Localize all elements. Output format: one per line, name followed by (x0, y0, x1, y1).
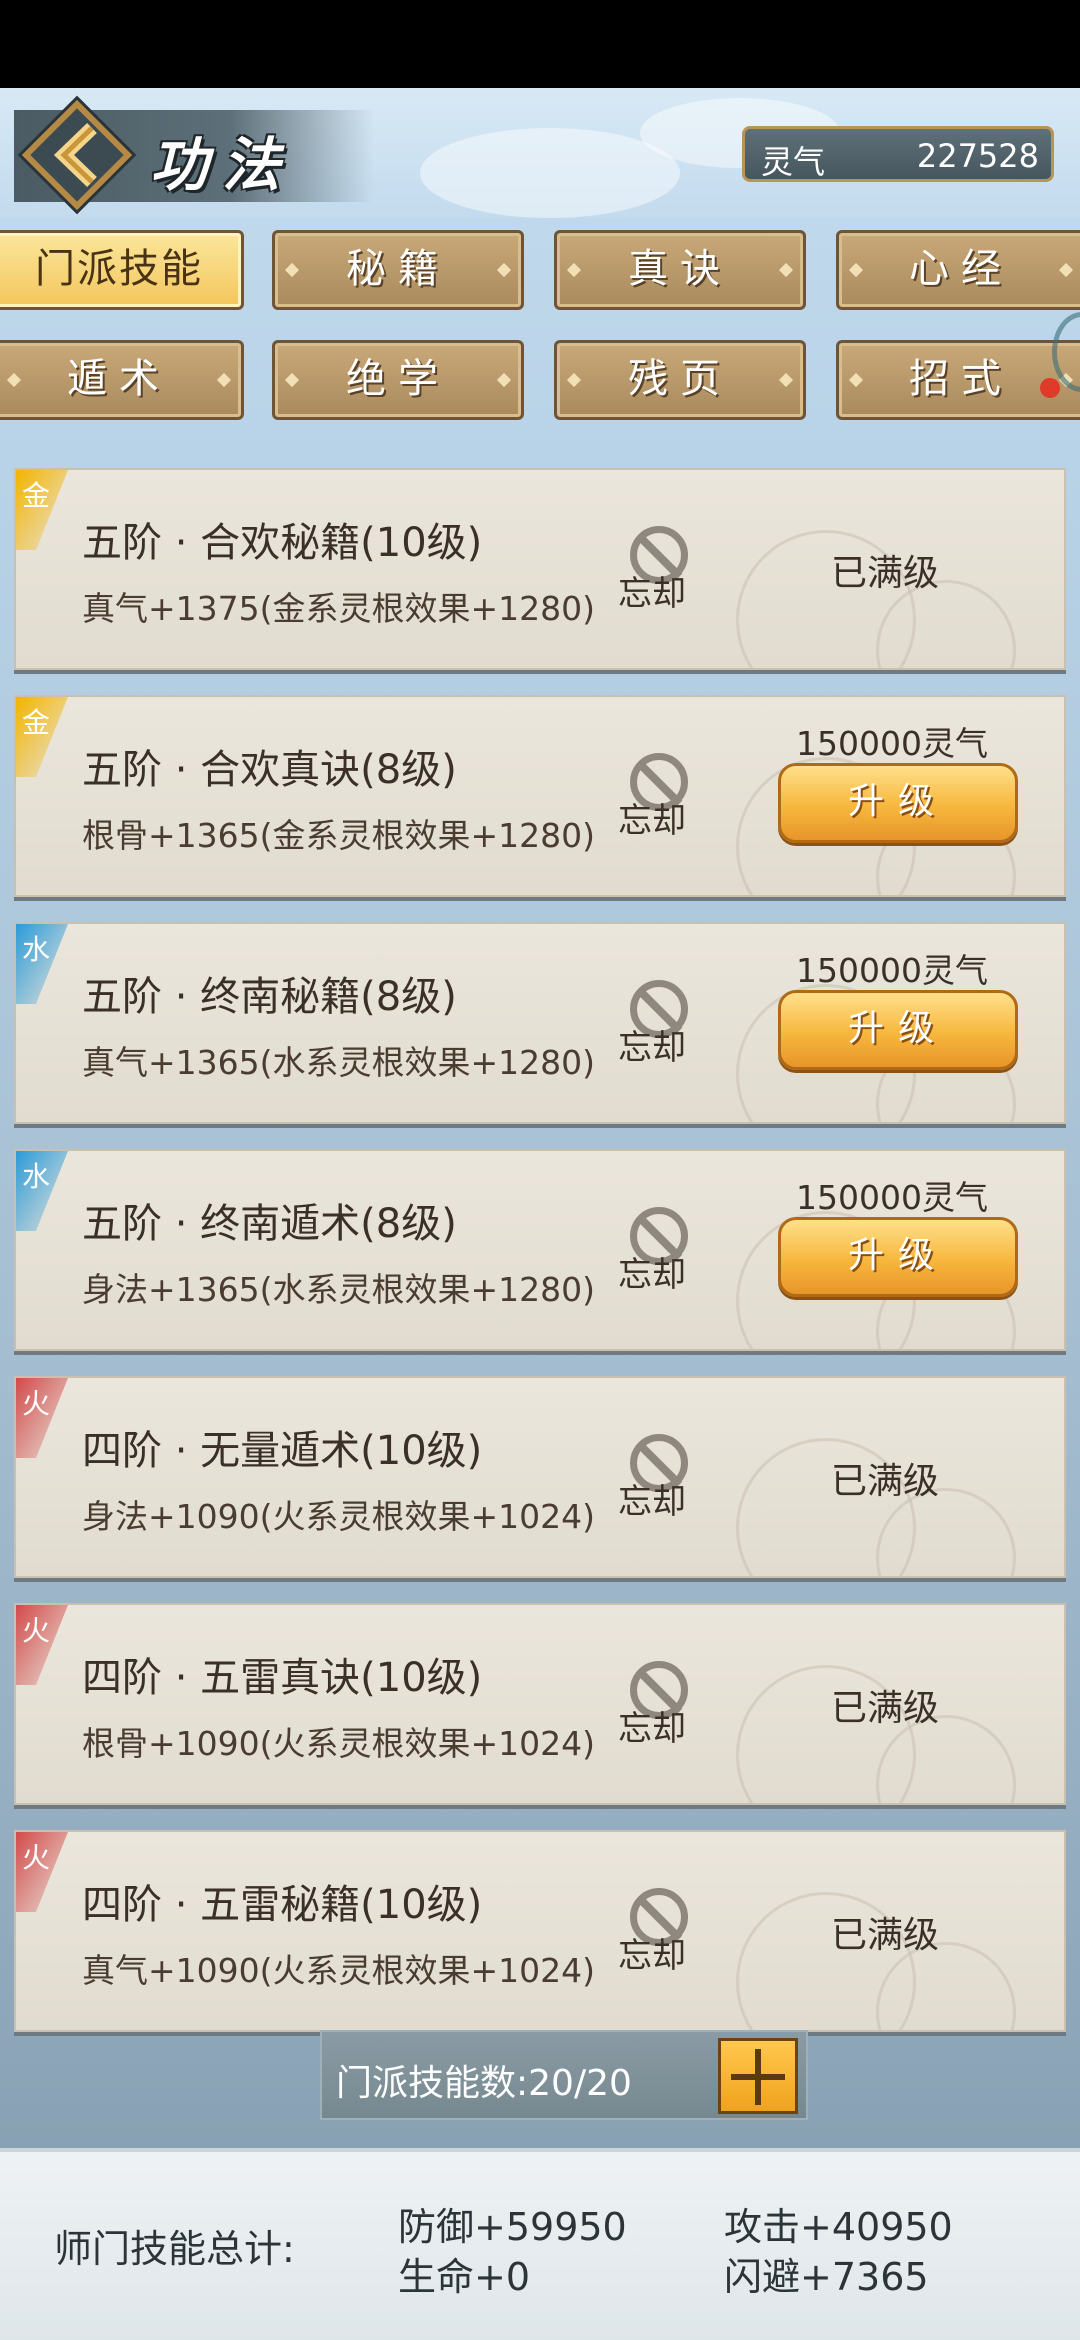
element-label: 金 (22, 706, 51, 739)
skill-name: 五阶 · 终南秘籍(8级) (82, 974, 457, 1020)
max-level-status: 已满级 (831, 1915, 940, 1956)
tab-escape-art[interactable]: 遁术 (0, 340, 244, 420)
total-attack: 攻击+40950 (724, 2205, 953, 2249)
skill-name: 四阶 · 无量遁术(10级) (82, 1428, 483, 1474)
element-badge: 火 (16, 1378, 68, 1458)
element-label: 水 (22, 1160, 51, 1193)
skill-effect: 真气+1365(水系灵根效果+1280) (82, 1043, 596, 1082)
max-level-status: 已满级 (831, 1461, 940, 1502)
upgrade-cost: 150000灵气 (796, 1178, 988, 1217)
skill-count-bar: 门派技能数:20/20 (320, 2030, 808, 2120)
forget-button[interactable]: 忘却 (616, 522, 706, 622)
element-badge: 金 (16, 470, 68, 550)
skill-name: 四阶 · 五雷真诀(10级) (82, 1655, 483, 1701)
tab-label: 绝学 (346, 356, 450, 402)
skill-effect: 身法+1365(水系灵根效果+1280) (82, 1270, 596, 1309)
element-label: 金 (22, 479, 51, 512)
skill-effect: 根骨+1365(金系灵根效果+1280) (82, 816, 596, 855)
tab-label: 遁术 (67, 356, 171, 402)
tab-heart-sutra[interactable]: 心经 (836, 230, 1080, 310)
element-label: 水 (22, 933, 51, 966)
forget-label: 忘却 (618, 574, 686, 614)
tab-true-formula[interactable]: 真诀 (554, 230, 806, 310)
tab-sect-skills[interactable]: 门派技能 (0, 230, 244, 310)
skill-name: 四阶 · 五雷秘籍(10级) (82, 1882, 483, 1928)
tab-label: 心经 (909, 246, 1013, 292)
forget-label: 忘却 (618, 1482, 686, 1522)
tab-label: 招式 (909, 356, 1013, 402)
total-life: 生命+0 (398, 2255, 531, 2299)
upgrade-button[interactable]: 升级 (778, 990, 1018, 1070)
element-label: 火 (22, 1387, 51, 1420)
back-button[interactable] (21, 99, 133, 211)
tab-label: 真诀 (628, 246, 732, 292)
forget-label: 忘却 (618, 801, 686, 841)
upgrade-button[interactable]: 升级 (778, 763, 1018, 843)
element-label: 火 (22, 1614, 51, 1647)
skill-card[interactable]: 火四阶 · 五雷真诀(10级) 根骨+1090(火系灵根效果+1024) 忘却 已满级 (14, 1603, 1066, 1805)
skill-name: 五阶 · 终南遁术(8级) (82, 1201, 457, 1247)
total-dodge: 闪避+7365 (724, 2255, 929, 2299)
max-level-status: 已满级 (831, 553, 940, 594)
skill-card[interactable]: 金五阶 · 合欢真诀(8级) 根骨+1365(金系灵根效果+1280) 忘却 1500… (14, 695, 1066, 897)
forget-button[interactable]: 忘却 (616, 1430, 706, 1530)
skill-effect: 根骨+1090(火系灵根效果+1024) (82, 1724, 596, 1763)
skill-effect: 真气+1375(金系灵根效果+1280) (82, 589, 596, 628)
element-badge: 火 (16, 1832, 68, 1912)
forget-button[interactable]: 忘却 (616, 749, 706, 849)
forget-button[interactable]: 忘却 (616, 976, 706, 1076)
tab-label: 残页 (628, 356, 732, 402)
skill-card[interactable]: 水五阶 · 终南遁术(8级) 身法+1365(水系灵根效果+1280) 忘却 1500… (14, 1149, 1066, 1351)
forget-button[interactable]: 忘却 (616, 1884, 706, 1984)
cloud-decoration (420, 128, 680, 218)
currency-display: 灵气 227528 (742, 126, 1054, 182)
max-level-status: 已满级 (831, 1688, 940, 1729)
tab-label: 门派技能 (35, 246, 203, 292)
element-badge: 水 (16, 924, 68, 1004)
skill-card[interactable]: 火四阶 · 无量遁术(10级) 身法+1090(火系灵根效果+1024) 忘却 已满级 (14, 1376, 1066, 1578)
currency-label: 灵气 (761, 143, 826, 181)
element-badge: 金 (16, 697, 68, 777)
upgrade-cost: 150000灵气 (796, 951, 988, 990)
notification-dot (1040, 378, 1060, 398)
element-label: 火 (22, 1841, 51, 1874)
tab-unique-skill[interactable]: 绝学 (272, 340, 524, 420)
forget-label: 忘却 (618, 1255, 686, 1295)
tab-label: 秘籍 (346, 246, 450, 292)
upgrade-cost: 150000灵气 (796, 724, 988, 763)
skill-card[interactable]: 火四阶 · 五雷秘籍(10级) 真气+1090(火系灵根效果+1024) 忘却 已满级 (14, 1830, 1066, 2032)
skill-list[interactable]: 金五阶 · 合欢秘籍(10级) 真气+1375(金系灵根效果+1280) 忘却 已满级… (0, 432, 1080, 2032)
skill-count-text: 门派技能数:20/20 (336, 2063, 632, 2104)
page-title: 功法 (150, 131, 295, 199)
forget-button[interactable]: 忘却 (616, 1203, 706, 1303)
skill-name: 五阶 · 合欢秘籍(10级) (82, 520, 483, 566)
skill-effect: 身法+1090(火系灵根效果+1024) (82, 1497, 596, 1536)
currency-value: 227528 (916, 137, 1039, 175)
skill-effect: 真气+1090(火系灵根效果+1024) (82, 1951, 596, 1990)
element-badge: 火 (16, 1605, 68, 1685)
upgrade-button[interactable]: 升级 (778, 1217, 1018, 1297)
status-bar (0, 0, 1080, 88)
skill-card[interactable]: 水五阶 · 终南秘籍(8级) 真气+1365(水系灵根效果+1280) 忘却 1500… (14, 922, 1066, 1124)
forget-button[interactable]: 忘却 (616, 1657, 706, 1757)
totals-panel: 师门技能总计: 防御+59950 攻击+40950 生命+0 闪避+7365 (0, 2148, 1080, 2340)
totals-label: 师门技能总计: (54, 2227, 295, 2271)
add-skill-slot-button[interactable] (718, 2038, 798, 2114)
tab-secret-manual[interactable]: 秘籍 (272, 230, 524, 310)
back-arrow-icon (53, 122, 97, 188)
total-defense: 防御+59950 (398, 2205, 627, 2249)
forget-label: 忘却 (618, 1028, 686, 1068)
skill-card[interactable]: 金五阶 · 合欢秘籍(10级) 真气+1375(金系灵根效果+1280) 忘却 已满级 (14, 468, 1066, 670)
tab-fragment[interactable]: 残页 (554, 340, 806, 420)
element-badge: 水 (16, 1151, 68, 1231)
forget-label: 忘却 (618, 1709, 686, 1749)
forget-label: 忘却 (618, 1936, 686, 1976)
skill-name: 五阶 · 合欢真诀(8级) (82, 747, 457, 793)
